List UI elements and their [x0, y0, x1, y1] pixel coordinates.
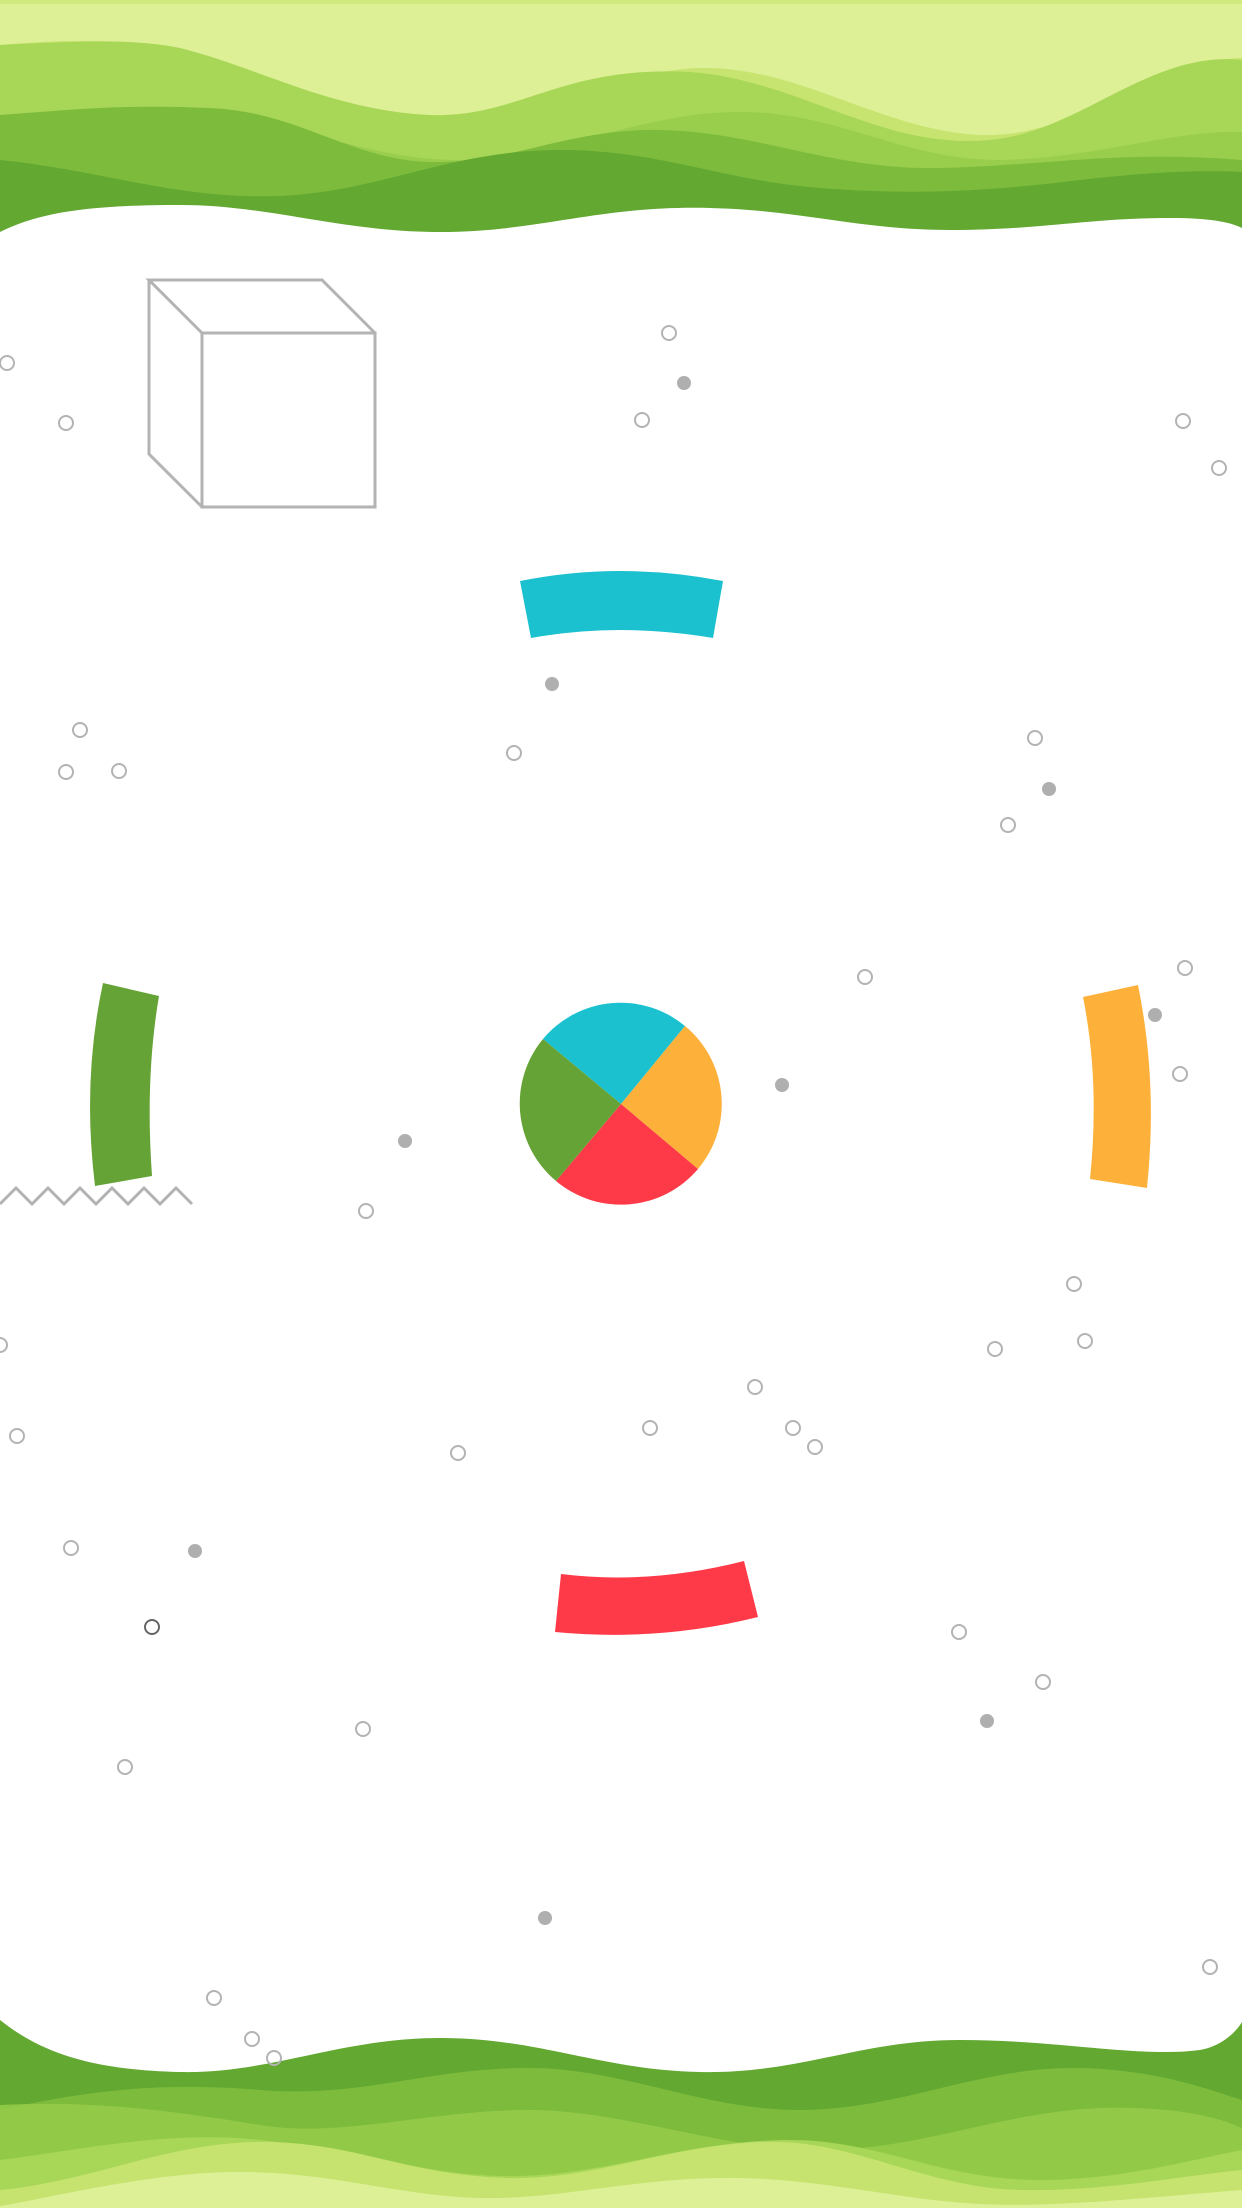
particle-outline: [661, 325, 677, 341]
particle-outline: [1066, 1276, 1082, 1292]
particle-outline: [1172, 1066, 1188, 1082]
particle-outline: [857, 969, 873, 985]
particle-outline: [951, 1624, 967, 1640]
cube-outline-icon: [145, 278, 377, 509]
particle-outline: [9, 1428, 25, 1444]
top-arc-block: [520, 571, 723, 638]
particle-dot: [677, 376, 691, 390]
particle-outline: [0, 1337, 8, 1353]
particle-dot: [545, 677, 559, 691]
particle-outline: [244, 2031, 260, 2047]
particle-outline: [63, 1540, 79, 1556]
particle-outline: [144, 1619, 160, 1635]
particle-outline: [1175, 413, 1191, 429]
particle-outline: [634, 412, 650, 428]
particle-outline: [807, 1439, 823, 1455]
particle-dot: [980, 1714, 994, 1728]
particle-outline: [1027, 730, 1043, 746]
particle-outline: [1211, 460, 1227, 476]
particle-outline: [987, 1341, 1003, 1357]
player-ball[interactable]: [519, 1002, 722, 1205]
particle-outline: [72, 722, 88, 738]
particle-outline: [358, 1203, 374, 1219]
particle-outline: [450, 1445, 466, 1461]
zigzag-line-icon: [0, 1185, 194, 1207]
particle-dot: [188, 1544, 202, 1558]
particle-dot: [1148, 1008, 1162, 1022]
top-wave-background: [0, 0, 1242, 260]
particle-dot: [1042, 782, 1056, 796]
particle-dot: [398, 1134, 412, 1148]
particle-outline: [1000, 817, 1016, 833]
particle-outline: [1077, 1333, 1093, 1349]
right-arc-block: [1083, 985, 1151, 1188]
game-canvas[interactable]: [0, 0, 1242, 2208]
particle-outline: [58, 764, 74, 780]
particle-outline: [0, 355, 15, 371]
particle-outline: [206, 1990, 222, 2006]
particle-outline: [58, 415, 74, 431]
particle-outline: [1202, 1959, 1218, 1975]
particle-dot: [538, 1911, 552, 1925]
particle-dot: [775, 1078, 789, 1092]
bottom-arc-block: [555, 1561, 758, 1635]
particle-outline: [785, 1420, 801, 1436]
left-arc-block: [90, 983, 159, 1186]
particle-outline: [117, 1759, 133, 1775]
particle-outline: [506, 745, 522, 761]
particle-outline: [747, 1379, 763, 1395]
particle-outline: [355, 1721, 371, 1737]
particle-outline: [1177, 960, 1193, 976]
bottom-wave-background: [0, 2020, 1242, 2208]
particle-outline: [111, 763, 127, 779]
particle-outline: [642, 1420, 658, 1436]
game-screen: [0, 0, 1242, 2208]
particle-outline: [1035, 1674, 1051, 1690]
